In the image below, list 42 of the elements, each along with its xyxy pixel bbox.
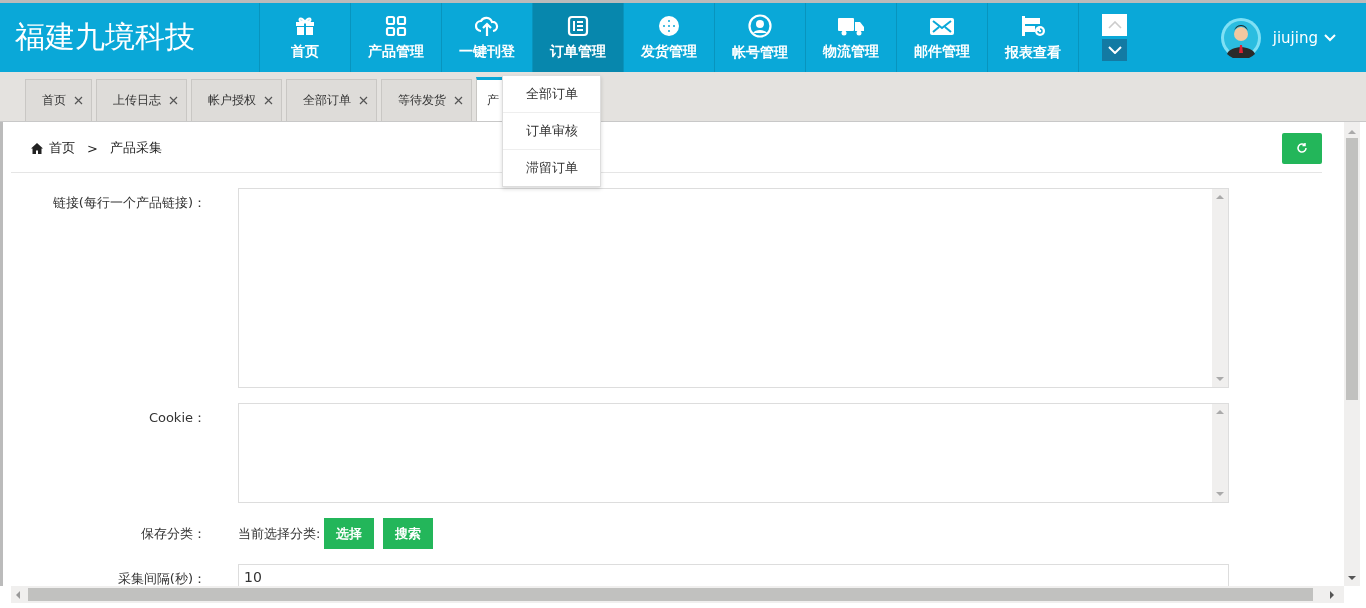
category-text: 当前选择分类:	[238, 524, 321, 543]
interval-input[interactable]: 10	[238, 564, 1229, 586]
chevron-down-icon	[1107, 46, 1122, 54]
close-icon[interactable]	[264, 96, 273, 105]
close-icon[interactable]	[74, 96, 83, 105]
horizontal-scrollbar[interactable]	[11, 586, 1344, 603]
tab[interactable]: 上传日志	[96, 79, 187, 121]
scroll-down-button[interactable]	[1102, 39, 1127, 61]
action-button[interactable]: 搜索	[383, 518, 434, 549]
close-icon[interactable]	[454, 96, 463, 105]
refresh-button[interactable]	[1282, 132, 1322, 164]
tab[interactable]: 全部订单	[286, 79, 377, 121]
menu-item[interactable]: 滞留订单	[503, 150, 600, 186]
close-icon[interactable]	[359, 96, 368, 105]
chevron-down-icon	[1324, 33, 1336, 42]
list-icon	[567, 14, 589, 37]
breadcrumb-link[interactable]: 首页	[49, 139, 75, 157]
report-icon	[1020, 13, 1046, 38]
disc-icon	[658, 14, 680, 37]
vertical-scrollbar[interactable]	[1344, 122, 1360, 586]
field-label: Cookie：	[147, 409, 207, 427]
breadcrumb-current: 产品采集	[109, 139, 162, 157]
menu-item[interactable]: 全部订单	[503, 76, 600, 113]
tab[interactable]: 首页	[25, 79, 92, 121]
tab[interactable]: 帐户授权	[191, 79, 282, 121]
action-button[interactable]: 选择	[324, 518, 375, 549]
menu-item[interactable]: 订单审核	[503, 113, 600, 150]
field-label: 采集间隔(秒)：	[116, 570, 207, 586]
close-icon[interactable]	[169, 96, 178, 105]
home-icon	[31, 142, 43, 154]
chevron-up-icon	[1107, 21, 1122, 29]
field-label: 保存分类：	[140, 524, 207, 543]
user-menu[interactable]: jiujing	[1272, 28, 1336, 47]
field-label: 链接(每行一个产品链接)：	[51, 194, 207, 212]
breadcrumb-separator: >	[87, 140, 98, 156]
refresh-icon	[1296, 142, 1308, 154]
tab[interactable]: 等待发货	[381, 79, 472, 121]
grid-icon	[385, 14, 407, 37]
avatar-icon[interactable]	[1220, 17, 1261, 58]
nav-item[interactable]: 订单管理	[533, 3, 624, 72]
cloud-upload-icon	[475, 14, 499, 37]
user-icon	[748, 13, 772, 38]
